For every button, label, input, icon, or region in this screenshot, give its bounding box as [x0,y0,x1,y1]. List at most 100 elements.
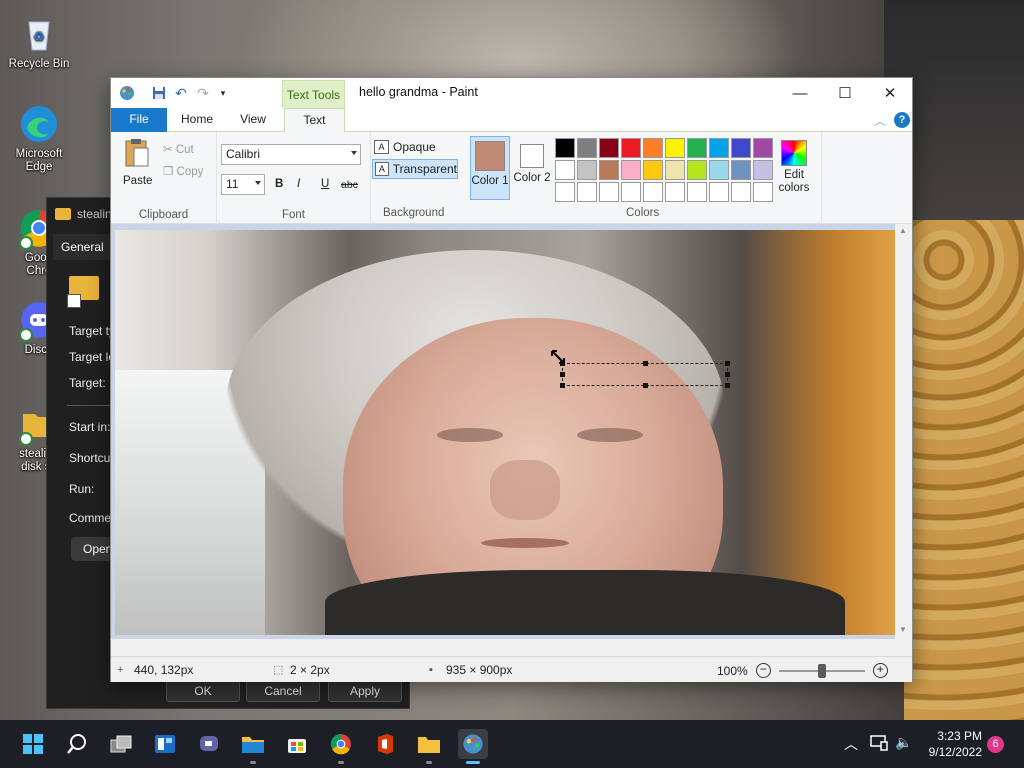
volume-icon[interactable]: 🔈 [895,734,912,751]
palette-swatch[interactable] [599,182,619,202]
palette-swatch[interactable] [753,138,773,158]
color1-button[interactable]: Color 1 [470,136,510,200]
palette-swatch[interactable] [709,160,729,180]
palette-swatch[interactable] [665,160,685,180]
desktop-icon-recycle-bin[interactable]: ♻ Recycle Bin [3,14,75,71]
start-button[interactable] [18,729,48,759]
cut-button[interactable]: ✂ Cut [163,142,194,156]
italic-button[interactable]: I [297,178,300,190]
palette-swatch[interactable] [731,160,751,180]
tab-file[interactable]: File [111,108,167,132]
search-button[interactable] [62,729,92,759]
clock[interactable]: 3:23 PM 9/12/2022 [926,728,982,760]
font-family-select[interactable]: Calibri [221,144,361,165]
apply-button[interactable]: Apply [328,680,402,702]
tab-text[interactable]: Text [284,108,345,133]
paint-titlebar[interactable]: ↶ ↷ ▾ Text Tools hello grandma - Paint —… [111,78,912,108]
underline-button[interactable]: U [321,178,329,190]
cancel-button[interactable]: Cancel [246,680,320,702]
resize-handle[interactable] [643,383,648,388]
clock-time: 3:23 PM [937,729,982,743]
paint-taskbar-button[interactable] [458,729,488,764]
zoom-in-button[interactable]: + [872,663,888,678]
palette-swatch[interactable] [555,160,575,180]
text-selection-box[interactable] [560,361,730,388]
show-hidden-icons-button[interactable]: ︿ [844,734,858,754]
palette-swatch[interactable] [643,138,663,158]
office-button[interactable] [370,729,400,759]
palette-swatch[interactable] [555,182,575,202]
minimize-button[interactable]: — [777,78,823,108]
palette-swatch[interactable] [599,138,619,158]
file-explorer-button[interactable] [238,729,268,764]
palette-swatch[interactable] [555,138,575,158]
palette-swatch[interactable] [731,138,751,158]
resize-handle[interactable] [725,383,730,388]
chrome-taskbar-button[interactable] [326,729,356,764]
help-icon[interactable]: ? [894,112,910,128]
resize-handle[interactable] [560,383,565,388]
opaque-option[interactable]: A Opaque [372,137,458,157]
close-button[interactable]: ✕ [867,78,913,108]
notification-badge[interactable]: 6 [987,736,1004,753]
teams-button[interactable] [194,729,224,759]
maximize-button[interactable]: ☐ [822,78,868,108]
palette-swatch[interactable] [599,160,619,180]
palette-swatch[interactable] [643,160,663,180]
paint-window[interactable]: ↶ ↷ ▾ Text Tools hello grandma - Paint —… [110,77,913,682]
palette-swatch[interactable] [621,182,641,202]
edit-colors-button[interactable]: Edit colors [774,140,814,195]
zoom-slider-thumb[interactable] [817,663,826,678]
horizontal-scrollbar[interactable] [111,639,895,656]
palette-swatch[interactable] [687,160,707,180]
palette-swatch[interactable] [665,138,685,158]
transparent-option[interactable]: A Transparent [372,159,458,179]
color2-button[interactable]: Color 2 [512,136,552,200]
sync-check-icon [19,236,33,250]
paste-button[interactable]: Paste [123,138,153,188]
zoom-out-button[interactable]: − [755,663,771,678]
zoom-slider[interactable] [778,663,865,678]
strikethrough-button[interactable]: abc [341,179,358,191]
collapse-ribbon-icon[interactable]: ︿ [872,112,888,128]
palette-swatch[interactable] [753,160,773,180]
tab-view[interactable]: View [225,108,281,132]
canvas-area[interactable] [111,224,912,656]
desktop-icon-edge[interactable]: Microsoft Edge [3,104,75,174]
ok-button[interactable]: OK [166,680,240,702]
task-view-button[interactable] [106,729,136,759]
resize-handle[interactable] [643,361,648,366]
undo-icon[interactable]: ↶ [171,83,191,103]
palette-swatch[interactable] [577,182,597,202]
save-icon[interactable] [149,83,169,103]
copy-button[interactable]: ❐ Copy [163,164,203,178]
vertical-scrollbar[interactable] [895,224,912,656]
palette-swatch[interactable] [687,138,707,158]
palette-swatch[interactable] [643,182,663,202]
photo-eye [577,428,643,442]
canvas-image[interactable] [115,230,898,635]
resize-handle[interactable] [560,372,565,377]
font-size-select[interactable]: 11 [221,174,265,195]
tab-home[interactable]: Home [169,108,225,132]
palette-swatch[interactable] [753,182,773,202]
palette-swatch[interactable] [621,160,641,180]
redo-icon[interactable]: ↷ [193,83,213,103]
customize-toolbar-icon[interactable]: ▾ [213,83,233,103]
paint-app-icon[interactable] [117,83,137,103]
resize-handle[interactable] [725,372,730,377]
resize-handle[interactable] [725,361,730,366]
palette-swatch[interactable] [577,160,597,180]
palette-swatch[interactable] [687,182,707,202]
palette-swatch[interactable] [665,182,685,202]
network-icon[interactable] [870,735,888,754]
palette-swatch[interactable] [709,138,729,158]
folder-taskbar-button[interactable] [414,729,444,764]
palette-swatch[interactable] [709,182,729,202]
palette-swatch[interactable] [621,138,641,158]
widgets-button[interactable] [150,729,180,759]
palette-swatch[interactable] [731,182,751,202]
palette-swatch[interactable] [577,138,597,158]
bold-button[interactable]: B [275,178,283,190]
store-button[interactable] [282,729,312,759]
